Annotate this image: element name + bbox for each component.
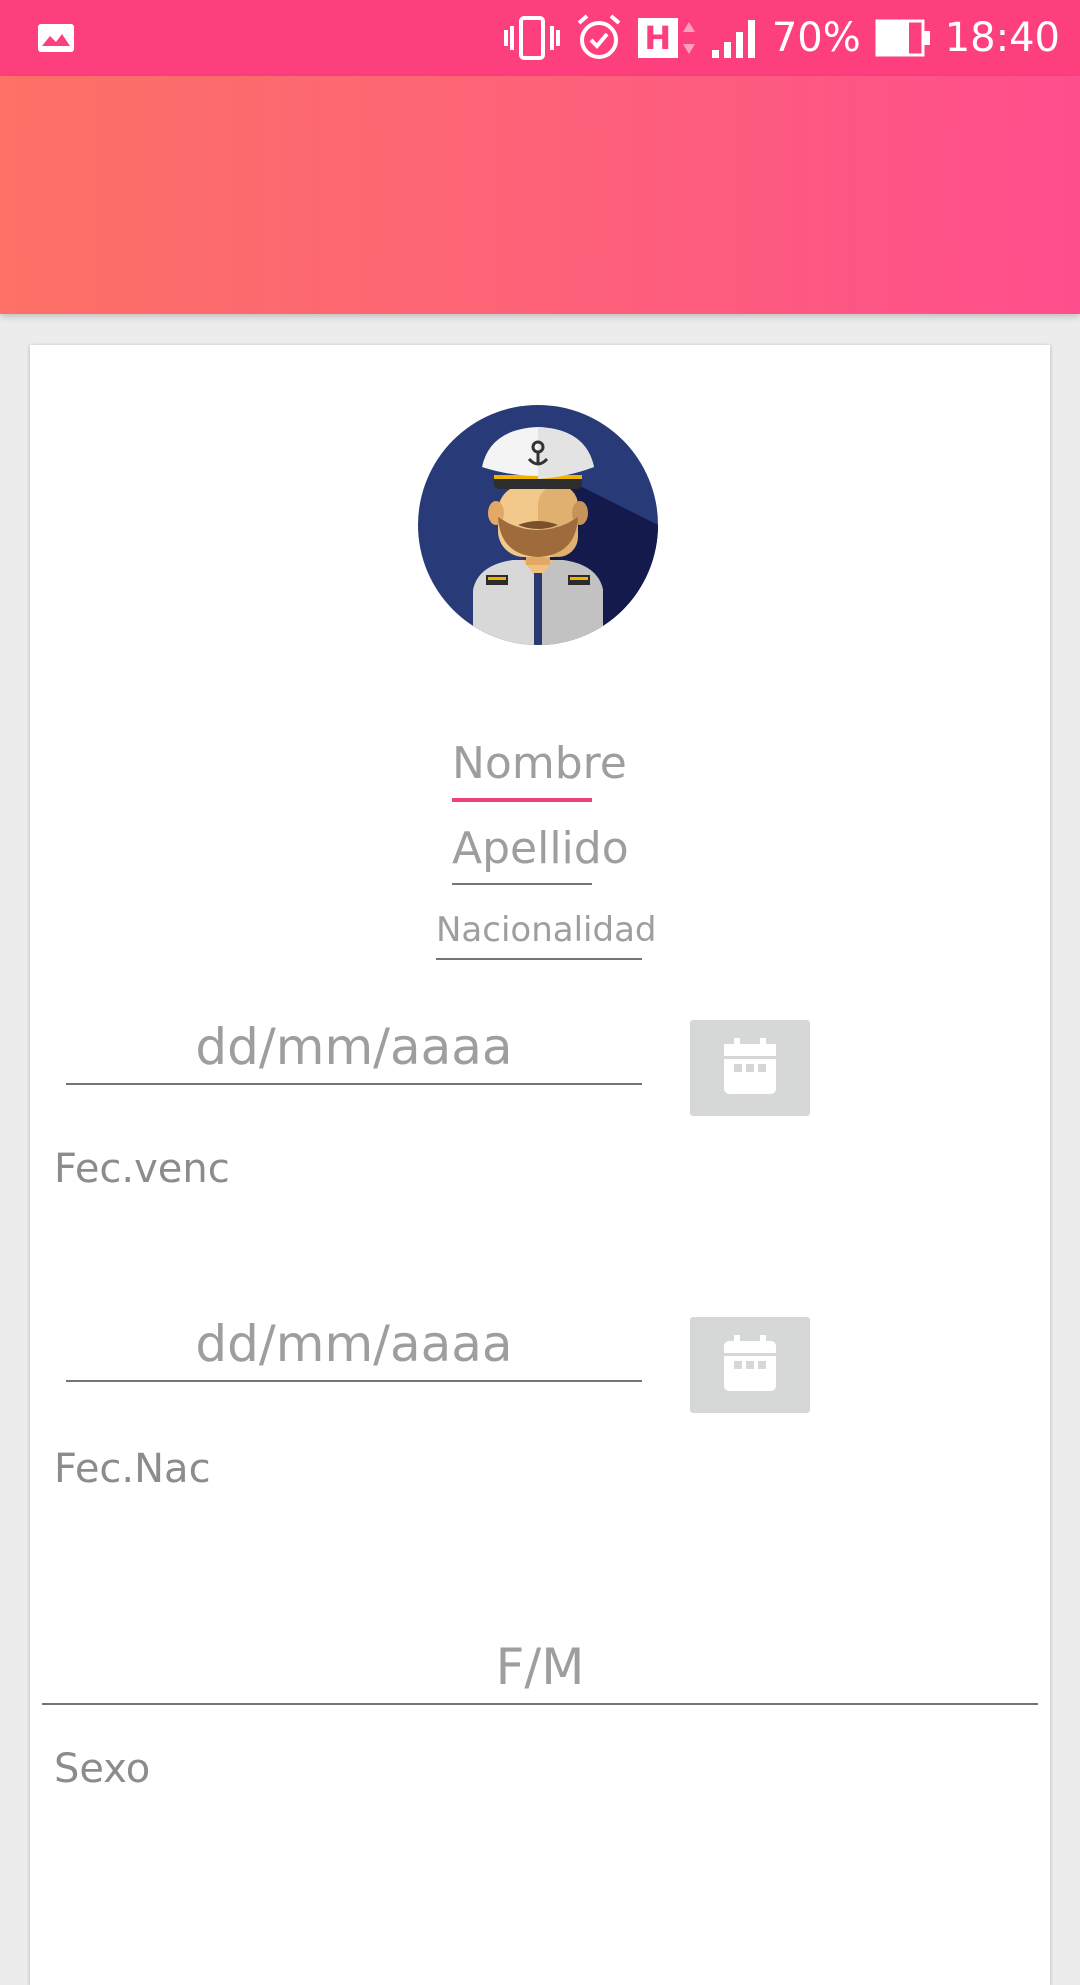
fec-nac-label: Fec.Nac [54, 1446, 211, 1492]
calendar-icon [722, 1036, 778, 1100]
clock: 18:40 [944, 15, 1060, 61]
fec-nac-calendar-button[interactable] [690, 1317, 810, 1413]
network-h-icon: H [637, 18, 696, 58]
signal-icon [710, 16, 758, 60]
nombre-input[interactable]: Nombre [452, 740, 627, 802]
gallery-notification-icon [36, 22, 76, 58]
sexo-label: Sexo [54, 1746, 151, 1792]
sexo-input[interactable]: F/M [42, 1635, 1038, 1705]
battery-icon [875, 18, 931, 58]
apellido-input[interactable]: Apellido [452, 825, 629, 885]
captain-avatar-icon [418, 405, 658, 645]
alarm-icon [574, 13, 624, 63]
form-card: Nombre Apellido Nacionalidad dd/mm/aaaa … [30, 345, 1050, 1985]
vibrate-icon [503, 14, 560, 62]
calendar-icon [722, 1333, 778, 1397]
network-type-label: H [637, 18, 678, 58]
nacionalidad-input[interactable]: Nacionalidad [436, 910, 657, 960]
fec-venc-label: Fec.venc [54, 1146, 230, 1192]
app-header [0, 76, 1080, 314]
battery-percent: 70% [771, 15, 861, 61]
fec-venc-input[interactable]: dd/mm/aaaa [66, 1015, 642, 1085]
status-bar: H 70% 18:40 [0, 0, 1080, 76]
fec-venc-calendar-button[interactable] [690, 1020, 810, 1116]
fec-nac-input[interactable]: dd/mm/aaaa [66, 1312, 642, 1382]
